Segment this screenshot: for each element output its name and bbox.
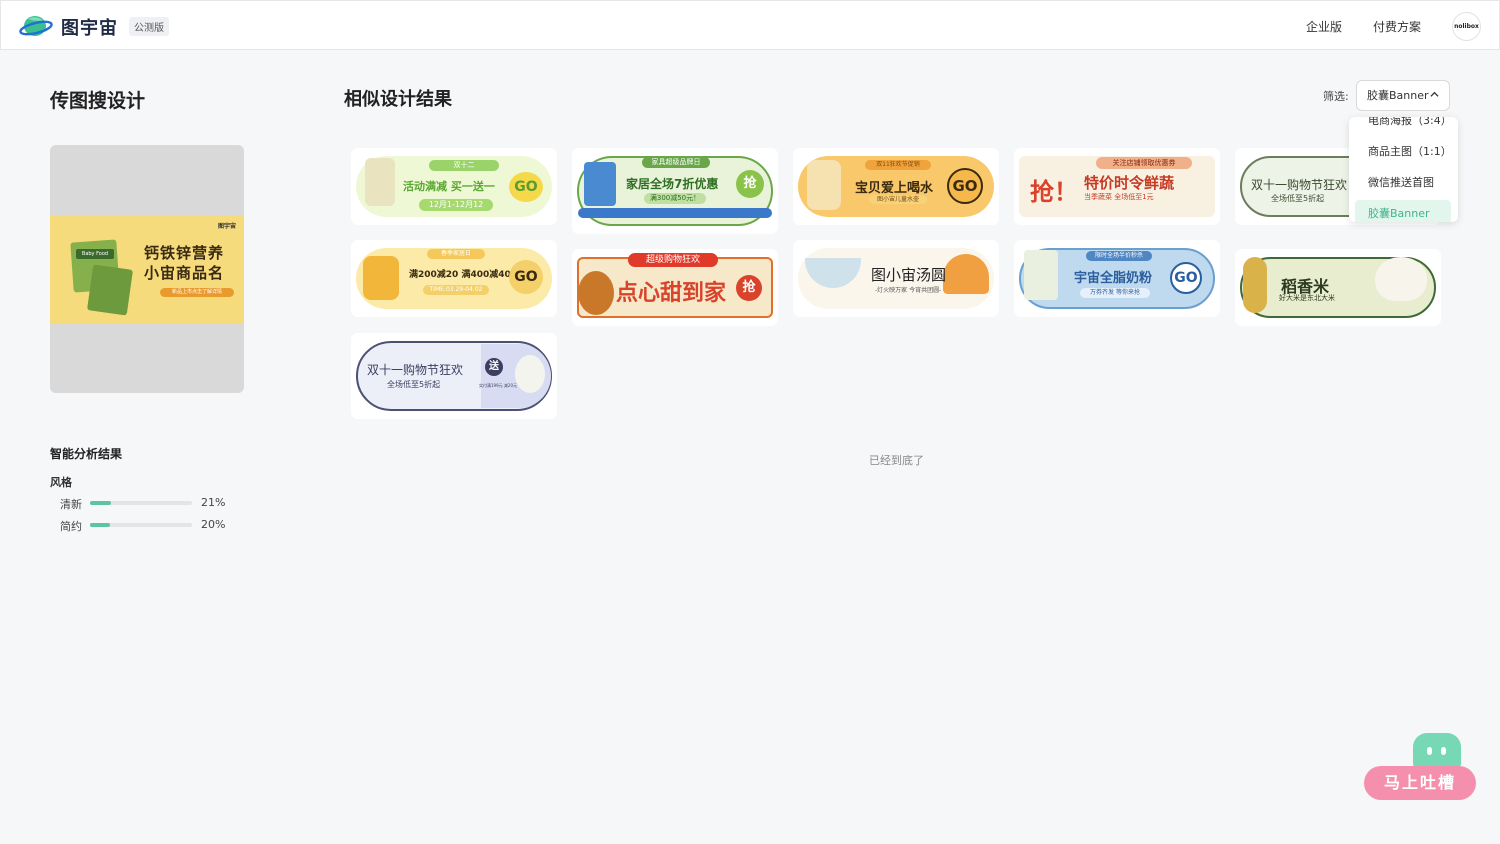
armchair-image xyxy=(363,256,399,300)
gift-badge: 送 xyxy=(485,358,503,376)
mooncake-image xyxy=(578,271,614,315)
result-card[interactable]: 双十一购物节狂欢 全场低至5折起 送 实付满199元 减20元 xyxy=(351,333,557,419)
preview-brand: 图宇宙 xyxy=(217,223,236,230)
style-row: 清新 21% xyxy=(60,496,260,511)
style-bar-track xyxy=(90,523,192,527)
filter-label: 筛选: xyxy=(1323,90,1349,103)
uploaded-banner-preview: 图宇宙 Baby Food 钙铁锌营养 小宙商品名 新品上市点击了解详情 xyxy=(50,215,244,324)
card-headline: 双十一购物节狂欢 xyxy=(367,363,464,377)
card-headline: 满200减20 满400减40 xyxy=(409,270,511,280)
card-subline: 当季蔬菜 全场低至1元 xyxy=(1084,193,1154,201)
card-tag: 双11狂欢节促销 xyxy=(865,160,931,170)
card-subline: 好大米是东北大米 xyxy=(1279,294,1335,302)
card-headline: 活动满减 买一送一 xyxy=(403,180,495,193)
chevron-up-icon xyxy=(1430,91,1439,97)
style-label: 风格 xyxy=(50,476,72,489)
card-headline: 图小宙汤圆 xyxy=(871,266,947,284)
planet-logo-icon[interactable] xyxy=(19,13,53,39)
chair-image xyxy=(584,162,616,206)
upload-search-title: 传图搜设计 xyxy=(50,90,146,112)
result-card[interactable]: 春季家居日 满200减20 满400减40 TIME:03.29-04.02 G… xyxy=(351,240,557,317)
rice-bowl-image xyxy=(1375,257,1427,301)
card-headline: 家居全场7折优惠 xyxy=(626,177,719,191)
flower-image xyxy=(515,355,545,393)
card-grab-text: 抢！ xyxy=(1030,178,1078,206)
card-headline: 点心甜到家 xyxy=(616,281,727,306)
bottle-image xyxy=(807,160,841,210)
card-subline: -灯火映万家 今宵共团圆- xyxy=(875,287,942,294)
brand-name[interactable]: 图宇宙 xyxy=(61,14,118,40)
result-card[interactable]: 家具超级品牌日 家居全场7折优惠 满300减50元！ 抢 xyxy=(572,148,778,234)
card-headline: 宇宙全脂奶粉 xyxy=(1074,271,1153,286)
results-title: 相似设计结果 xyxy=(344,89,452,110)
mascot-eye-icon xyxy=(1441,747,1446,755)
filter-select[interactable]: 胶囊Banner xyxy=(1356,80,1450,111)
style-name: 简约 xyxy=(60,520,82,533)
result-card[interactable]: 双十二 活动满减 买一送一 12月1-12月12 GO xyxy=(351,148,557,225)
grab-badge: 抢 xyxy=(736,170,764,198)
style-bar-track xyxy=(90,501,192,505)
card-subline: TIME:03.29-04.02 xyxy=(423,285,489,295)
card-tag: 双十二 xyxy=(429,160,499,171)
banner-floor xyxy=(578,208,772,218)
product-box-image-2 xyxy=(86,264,134,316)
dropdown-option-ecommerce-poster[interactable]: 电商海报（3:4） xyxy=(1355,117,1452,135)
card-tag: 限时全场半价秒杀 xyxy=(1086,251,1152,261)
go-badge: GO xyxy=(1170,262,1202,294)
style-name: 清新 xyxy=(60,498,82,511)
nav-enterprise-link[interactable]: 企业版 xyxy=(1306,18,1342,35)
uploaded-image-area[interactable]: 图宇宙 Baby Food 钙铁锌营养 小宙商品名 新品上市点击了解详情 xyxy=(50,145,244,393)
end-of-results: 已经到底了 xyxy=(869,454,924,467)
dropdown-option-wechat-cover[interactable]: 微信推送首图 xyxy=(1355,169,1451,197)
card-tag: 春季家居日 xyxy=(427,249,485,259)
style-row: 简约 20% xyxy=(60,518,260,533)
card-tag: 家具超级品牌日 xyxy=(642,157,710,168)
card-headline: 宝贝爱上喝水 xyxy=(855,181,934,196)
style-bar-fill xyxy=(90,501,112,505)
preview-headline-2: 小宙商品名 xyxy=(144,264,225,282)
top-bar: 图宇宙 公测版 企业版 付费方案 nolibox xyxy=(0,0,1500,50)
preview-pill: 新品上市点击了解详情 xyxy=(160,288,234,297)
drink-cup-image xyxy=(365,158,395,206)
card-subline: 万券齐发 等你来抢 xyxy=(1080,288,1150,298)
dropdown-option-capsule-banner[interactable]: 胶囊Banner xyxy=(1355,200,1451,222)
milk-powder-image xyxy=(1024,250,1058,300)
avatar[interactable]: nolibox xyxy=(1452,12,1481,41)
analysis-title: 智能分析结果 xyxy=(50,447,123,461)
style-percent: 20% xyxy=(201,518,226,531)
card-tag: 关注店铺领取优惠券 xyxy=(1096,157,1192,169)
card-subline: 12月1-12月12 xyxy=(419,199,493,211)
go-badge: GO xyxy=(509,172,543,202)
result-card[interactable]: 双11狂欢节促销 宝贝爱上喝水 图小宙儿童水壶 GO xyxy=(793,148,999,225)
filter-value: 胶囊Banner xyxy=(1367,89,1429,102)
feedback-button[interactable]: 马上吐槽 xyxy=(1364,766,1476,800)
card-headline: 双十一购物节狂欢 xyxy=(1251,178,1348,192)
style-percent: 21% xyxy=(201,496,226,509)
result-card[interactable]: 超级购物狂欢 点心甜到家 抢 xyxy=(572,249,778,326)
filter-dropdown: 电商海报（3:4） 商品主图（1:1） 微信推送首图 胶囊Banner xyxy=(1349,117,1458,222)
nav-pricing-link[interactable]: 付费方案 xyxy=(1373,18,1421,35)
grab-badge: 抢 xyxy=(736,275,762,301)
card-subline: 全场低至5折起 xyxy=(1271,194,1325,203)
hill-decoration xyxy=(943,254,989,294)
result-card[interactable]: 限时全场半价秒杀 宇宙全脂奶粉 万券齐发 等你来抢 GO xyxy=(1014,240,1220,317)
card-subline: 图小宙儿童水壶 xyxy=(869,195,927,204)
mascot-eye-icon xyxy=(1427,747,1432,755)
card-subline: 全场低至5折起 xyxy=(387,380,441,389)
preview-package-label: Baby Food xyxy=(76,249,114,259)
style-bar-fill xyxy=(90,523,111,527)
result-card[interactable]: 稻香米 好大米是东北大米 xyxy=(1235,249,1441,326)
go-badge: GO xyxy=(947,168,983,204)
beta-badge: 公测版 xyxy=(129,17,169,36)
card-extra: 实付满199元 减20元 xyxy=(479,383,517,388)
dropdown-option-product-main-image[interactable]: 商品主图（1:1） xyxy=(1355,138,1452,166)
card-tag: 超级购物狂欢 xyxy=(628,253,718,267)
result-card[interactable]: 图小宙汤圆 -灯火映万家 今宵共团圆- xyxy=(793,240,999,317)
preview-headline-1: 钙铁锌营养 xyxy=(144,244,225,262)
card-headline: 特价时令鲜蔬 xyxy=(1084,174,1175,192)
card-subline: 满300减50元！ xyxy=(644,193,706,204)
rice-stalk-image xyxy=(1243,257,1267,313)
go-badge: GO xyxy=(509,260,543,294)
result-card[interactable]: 抢！ 关注店铺领取优惠券 特价时令鲜蔬 当季蔬菜 全场低至1元 xyxy=(1014,148,1220,225)
